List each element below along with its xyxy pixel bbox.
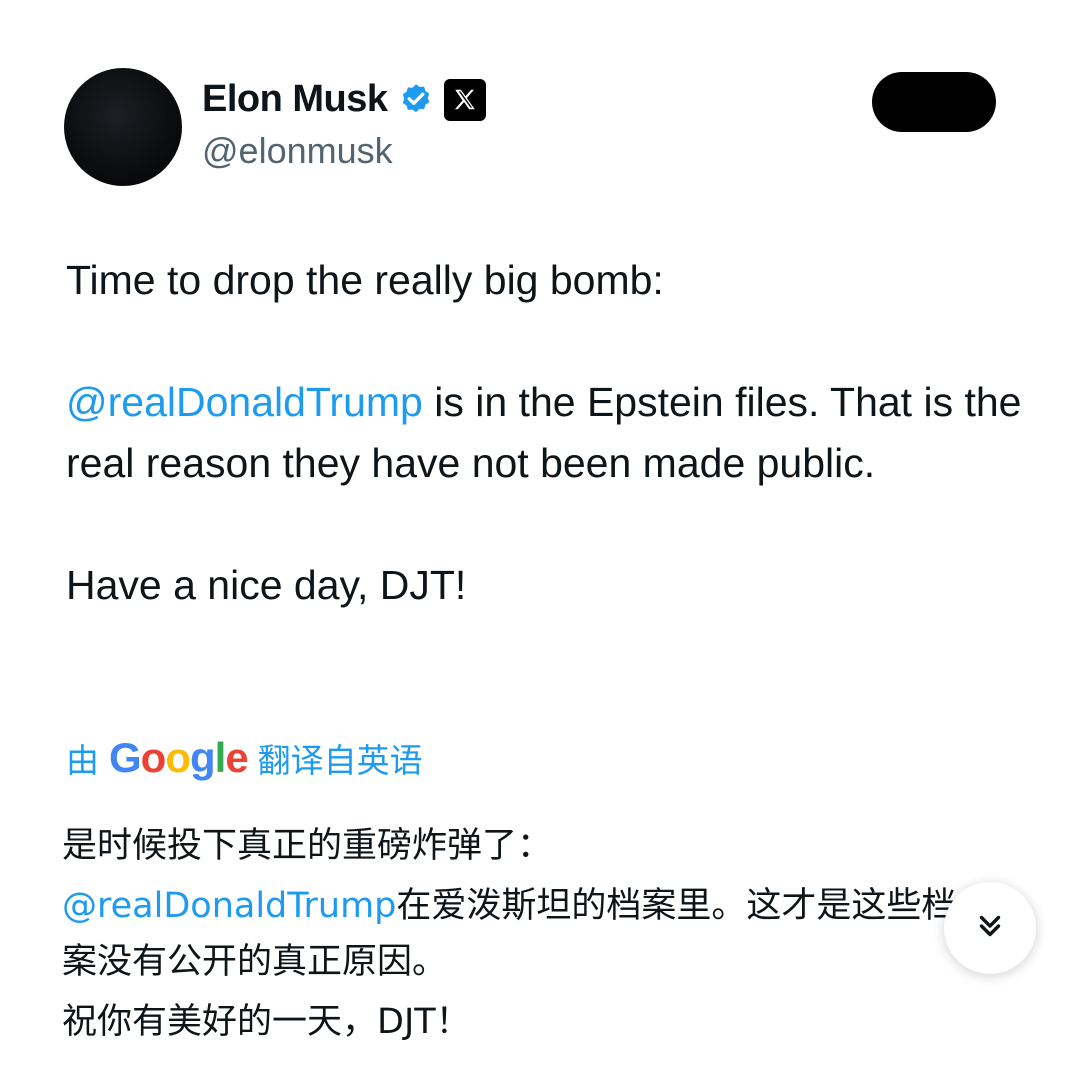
translated-line-3: 祝你有美好的一天，DJT！ (62, 1002, 471, 1042)
display-name[interactable]: Elon Musk (202, 78, 388, 121)
translated-mention-link[interactable]: @realDonaldTrump (62, 886, 396, 926)
tweet-card: Elon Musk @elonmusk Time to drop the rea… (0, 0, 1080, 1084)
google-logo: Google (109, 734, 249, 782)
author-name-row: Elon Musk (202, 78, 486, 121)
tweet-line-3: Have a nice day, DJT! (66, 562, 467, 608)
avatar[interactable] (64, 68, 182, 186)
scroll-down-button[interactable] (944, 882, 1036, 974)
mention-link[interactable]: @realDonaldTrump (66, 379, 423, 425)
google-letter: e (225, 734, 248, 781)
translation-attribution[interactable]: 由 Google 翻译自英语 (66, 734, 423, 782)
tweet-body: Time to drop the really big bomb: @realD… (66, 250, 1026, 616)
translated-body: 是时候投下真正的重磅炸弹了： @realDonaldTrump在爱泼斯坦的档案里… (62, 818, 962, 1054)
verified-badge-icon[interactable] (398, 82, 434, 118)
google-letter: o (165, 734, 191, 781)
tweet-spacer (66, 494, 1026, 555)
tweet-line-2: @realDonaldTrump is in the Epstein files… (66, 372, 1026, 494)
x-logo-icon[interactable] (443, 78, 486, 121)
google-letter: o (140, 734, 167, 781)
translation-suffix: 翻译自英语 (257, 742, 423, 779)
tweet-spacer (66, 311, 1026, 372)
follow-button[interactable] (872, 72, 996, 132)
double-chevron-down-icon (973, 909, 1007, 948)
google-letter: l (214, 734, 227, 781)
author-handle[interactable]: @elonmusk (202, 130, 393, 172)
google-letter: G (109, 734, 142, 781)
tweet-line-1: Time to drop the really big bomb: (66, 257, 664, 303)
translated-line-1: 是时候投下真正的重磅炸弹了： (62, 826, 553, 866)
translation-prefix: 由 (66, 742, 99, 779)
google-letter: g (189, 734, 216, 781)
translated-line-2: @realDonaldTrump在爱泼斯坦的档案里。这才是这些档案没有公开的真正… (62, 878, 962, 990)
